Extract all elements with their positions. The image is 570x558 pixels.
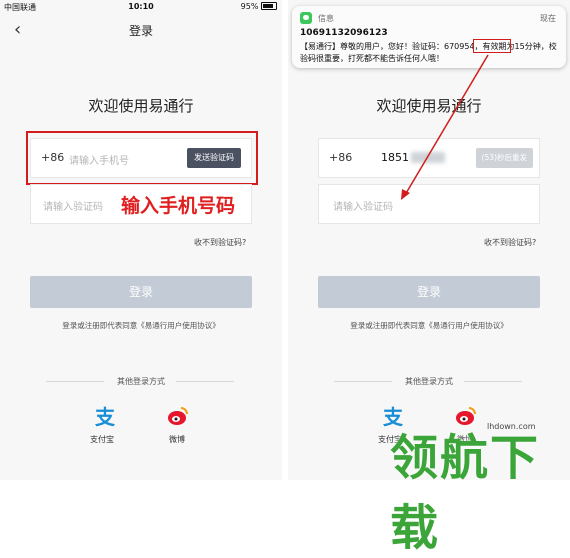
watermark-url: lhdown.com <box>487 422 536 431</box>
annotation-arrow <box>401 54 489 200</box>
watermark-text: 领航下载 <box>390 430 541 556</box>
